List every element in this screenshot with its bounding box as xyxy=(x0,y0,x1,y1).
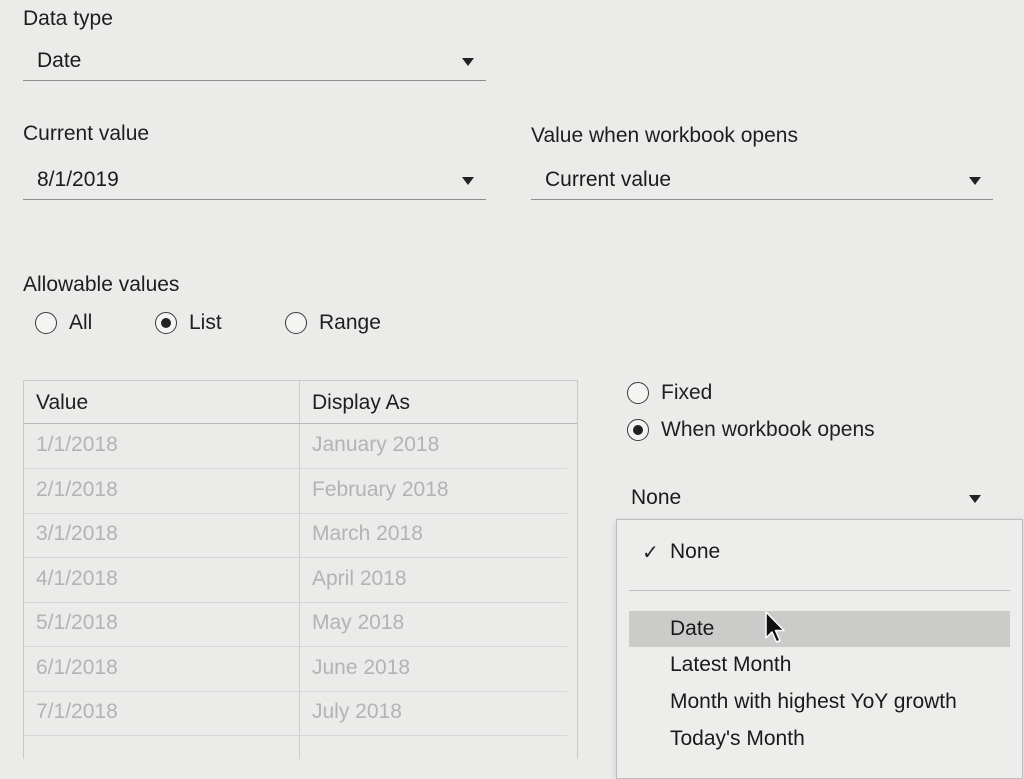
row-display: May 2018 xyxy=(312,611,405,634)
row-display: June 2018 xyxy=(312,656,411,679)
row-display: January 2018 xyxy=(312,433,440,456)
radio-range[interactable] xyxy=(285,312,307,334)
caret-down-icon xyxy=(969,495,981,503)
menu-item-none[interactable]: ✓ None xyxy=(629,534,1010,570)
allowable-values-label: Allowable values xyxy=(23,273,180,296)
header-display-as[interactable]: Display As xyxy=(312,391,410,415)
current-value-value: 8/1/2019 xyxy=(37,167,119,191)
field-dropdown-menu: ✓ None Date Latest Month Month with high… xyxy=(616,519,1023,779)
caret-down-icon xyxy=(462,57,474,66)
values-table: Value Display As 1/1/2018 January 2018 2… xyxy=(23,380,578,759)
table-row[interactable]: 7/1/2018 July 2018 xyxy=(24,690,567,736)
data-type-label: Data type xyxy=(23,7,113,30)
table-row[interactable]: 1/1/2018 January 2018 xyxy=(24,423,567,469)
menu-separator xyxy=(629,590,1010,591)
table-row[interactable]: 3/1/2018 March 2018 xyxy=(24,512,567,558)
row-value: 3/1/2018 xyxy=(36,522,118,545)
radio-all[interactable] xyxy=(35,312,57,334)
row-display: March 2018 xyxy=(312,522,423,545)
table-row[interactable]: 6/1/2018 June 2018 xyxy=(24,646,567,692)
caret-down-icon xyxy=(462,176,474,185)
field-select-value: None xyxy=(631,486,682,509)
allowable-all-text: All xyxy=(69,311,93,334)
header-value[interactable]: Value xyxy=(36,391,88,415)
row-value: 6/1/2018 xyxy=(36,656,118,679)
row-display: July 2018 xyxy=(312,700,402,723)
caret-down-icon xyxy=(969,176,981,185)
menu-item-date[interactable]: Date xyxy=(629,611,1010,647)
list-fixed-option[interactable]: Fixed xyxy=(627,381,712,405)
menu-item-latest-month[interactable]: Latest Month xyxy=(629,647,1010,683)
radio-when-opens[interactable] xyxy=(627,419,649,441)
row-value: 5/1/2018 xyxy=(36,611,118,634)
allowable-list-text: List xyxy=(189,311,222,334)
value-when-opens-select[interactable]: Current value xyxy=(531,160,993,200)
current-value-label: Current value xyxy=(23,122,150,145)
row-value: 1/1/2018 xyxy=(36,433,118,456)
row-display: February 2018 xyxy=(312,478,449,501)
menu-item-highest-yoy[interactable]: Month with highest YoY growth xyxy=(629,684,1010,720)
allowable-range-text: Range xyxy=(319,311,381,334)
table-row[interactable]: 5/1/2018 May 2018 xyxy=(24,601,567,647)
current-value-select[interactable]: 8/1/2019 xyxy=(23,160,486,200)
table-row[interactable]: 4/1/2018 April 2018 xyxy=(24,557,567,603)
allowable-all-option[interactable]: All xyxy=(35,311,92,335)
row-value: 2/1/2018 xyxy=(36,478,118,501)
radio-list[interactable] xyxy=(155,312,177,334)
menu-item-todays-month[interactable]: Today's Month xyxy=(629,721,1010,757)
fixed-text: Fixed xyxy=(661,381,713,404)
row-value: 7/1/2018 xyxy=(36,700,118,723)
list-opens-option[interactable]: When workbook opens xyxy=(627,418,875,442)
value-when-opens-label: Value when workbook opens xyxy=(531,124,798,147)
field-select[interactable]: None xyxy=(617,478,993,518)
table-row[interactable]: 2/1/2018 February 2018 xyxy=(24,468,567,514)
mouse-pointer-icon xyxy=(765,611,785,643)
when-opens-text: When workbook opens xyxy=(661,418,875,441)
allowable-range-option[interactable]: Range xyxy=(285,311,381,335)
data-type-select[interactable]: Date xyxy=(23,41,486,81)
row-value: 4/1/2018 xyxy=(36,567,118,590)
data-type-value: Date xyxy=(37,48,82,72)
value-when-opens-value: Current value xyxy=(545,167,672,191)
table-row-partial[interactable] xyxy=(24,735,567,759)
row-display: April 2018 xyxy=(312,567,407,590)
allowable-list-option[interactable]: List xyxy=(155,311,222,335)
check-icon: ✓ xyxy=(642,542,659,564)
radio-fixed[interactable] xyxy=(627,382,649,404)
table-header: Value Display As xyxy=(24,381,577,424)
